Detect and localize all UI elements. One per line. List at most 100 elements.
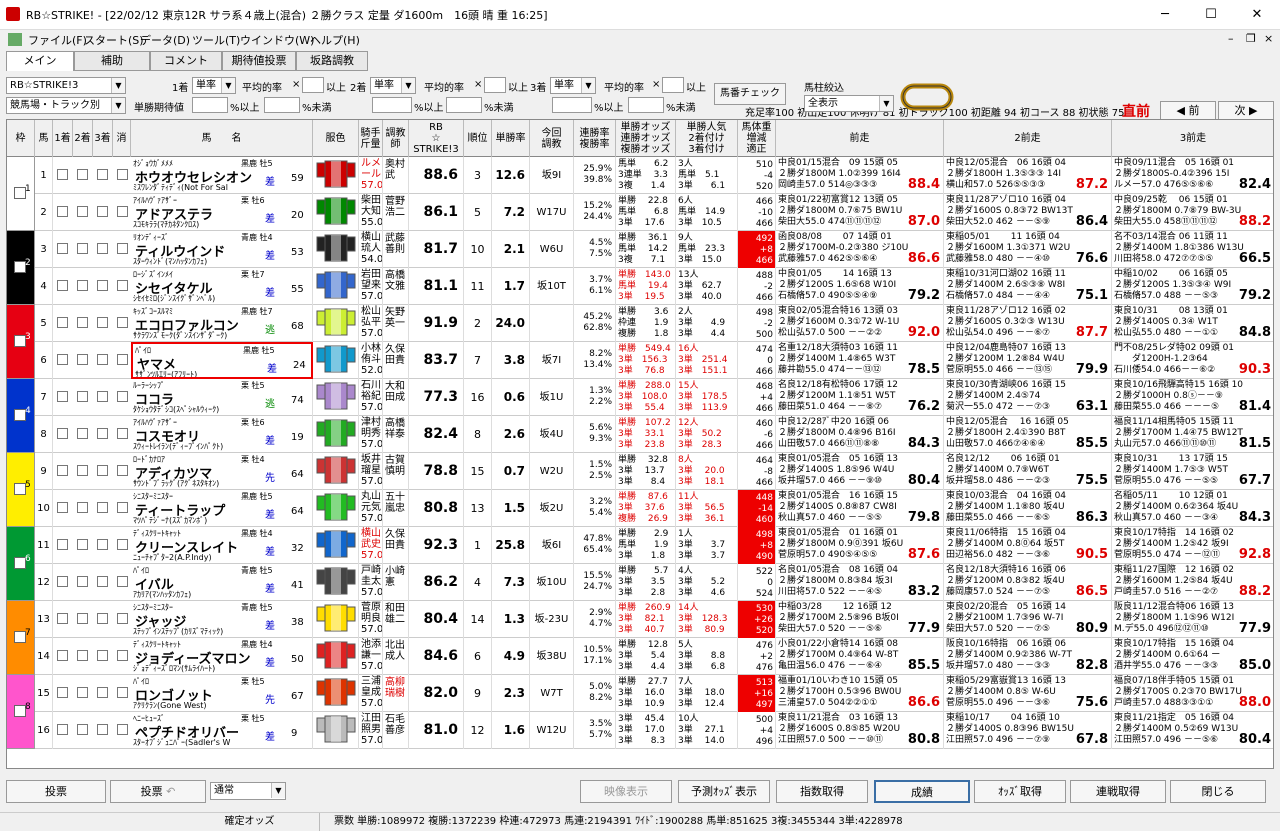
second-checkbox[interactable] [77,687,88,698]
prev-race-1[interactable]: 名良01/05混合 08 16頭 04 ２勝ダ1800M 0.8③84 坂3I … [776,564,944,601]
prev-race-3[interactable]: 東良10/17特指 14 16頭 02 ２勝ダ1400M 1.2⑤42 坂9I … [1112,527,1273,564]
exclude-checkbox[interactable] [117,687,128,698]
prev-race-1[interactable]: 名重12/18大須特03 16頭 11 ２勝ダ1400M 1.4⑧65 W3T … [776,342,944,379]
horse-name-cell[interactable]: ｱｲﾙﾊｳﾞｧｱｻﾞｰ栗 牡6 アドアステラ ｽｺﾓｷﾗﾗ(ﾏﾁｶﾈﾀﾝｸﾛｽ) 差 2… [131,194,313,231]
table-row[interactable]: 9 ﾛｰﾄﾞｶﾅﾛｱ栗 牡4 アディカツマ ｻｳﾝﾄﾞﾌﾞﾗｯｸﾞ(ｱｸﾞﾈｽﾀｷｵﾝ… [35,453,1273,490]
table-row[interactable]: 5 ｷｯｽﾞｺｰｽﾙﾏﾐ 黒鹿 牡7 エコロファルコン ｻｸﾗﾜﾝｽﾞﾓｰｸ(ﾀﾞﾝｽｲ… [35,305,1273,342]
video-button[interactable]: 映像表示 [580,780,672,803]
prev-race-3[interactable]: 門不08/25レダ特02 09頭 01 ダ1200H-1.2③64 石川倭54.… [1112,342,1273,379]
third-checkbox[interactable] [97,650,108,661]
third-checkbox[interactable] [97,465,108,476]
third-checkbox[interactable] [97,354,108,365]
horse-name-cell[interactable]: ｱｲﾙﾊｳﾞｧｱｻﾞｰ栗 牡6 コスモオリ ｽｳｨｰﾄﾚｲﾗﾝ(ﾃﾞｨｰﾌﾟｲﾝﾊﾟ… [131,416,313,453]
bet-select-3[interactable]: 単率 ▼ [550,77,596,94]
prev-race-3[interactable]: 中良09/11混合 05 16頭 01 ２勝ダ1800S-0.4②396 15I… [1112,157,1273,194]
third-checkbox[interactable] [97,428,108,439]
exclude-checkbox[interactable] [117,613,128,624]
prev-race-1[interactable]: 函良08/08 07 14頭 01 ２勝ダ1700M-0.2③380 ジ10U … [776,231,944,268]
table-row[interactable]: 11 ﾃﾞｨｽｸﾘｰﾄｷｬｯﾄ 黒鹿 牡4 クリーンスレイト ﾆｭｰﾁｬﾌﾟﾀｰ2(A.… [35,527,1273,564]
mdi-min-icon[interactable]: – [1228,32,1234,45]
table-row[interactable]: 1 ｵｼﾞｮｳｶﾞﾒﾒﾒ 黒鹿 牡5 ホウオウセレシオン ﾐｽﾜﾚﾝﾀﾞﾃｨﾃﾞｨ(No… [35,157,1273,194]
prev-race-2[interactable]: 名良12/12 06 16頭 01 ２勝ダ1400M 0.7⑨W6T 坂井瑠58… [944,453,1112,490]
prev-race-3[interactable]: 名不03/14混合 06 11頭 11 ２勝ダ1400M 1.8①386 W13… [1112,231,1273,268]
horse-name-cell[interactable]: ﾘｵﾝﾃﾞｨｰｽﾞ 青鹿 牡4 ティルウインド ｽﾀｰｳｨﾝﾄﾞ(ﾏﾝﾊｯﾀﾝｶﾌｪ)… [131,231,313,268]
prev-race-1[interactable]: 中良01/05 14 16頭 13 ２勝ダ1200S 1.6⑤68 W10I 石… [776,268,944,305]
third-checkbox[interactable] [97,391,108,402]
third-checkbox[interactable] [97,502,108,513]
third-checkbox[interactable] [97,243,108,254]
second-checkbox[interactable] [77,650,88,661]
prev-race-3[interactable]: 中良09/25乾 06 15頭 01 ２勝ダ1800M 0.7⑧79 BW-3U… [1112,194,1273,231]
first-checkbox[interactable] [57,280,68,291]
horse-name-cell[interactable]: ﾃﾞｨｽｸﾘｰﾄｷｬｯﾄ 黒鹿 牡4 ジョディーズマロン ｼﾞｮﾃﾞｨｰｽﾞﾛﾏﾝ(ｻ… [131,638,313,675]
table-row[interactable]: 12 ﾊﾟｲﾛ 青鹿 牡5 イバル ｱｶﾘｱ(ﾏﾝﾊｯﾀﾝｶﾌｪ) 差 41 戸崎 圭太 57… [35,564,1273,601]
prev-race-1[interactable]: 東良01/05混合 01 16頭 01 ２勝ダ1800M 0.9⓪391 坂6U… [776,527,944,564]
horse-name-cell[interactable]: ﾊﾟｲﾛ 黒鹿 牡5 ヤマメ ｻｻﾞﾝﾂﾙｴﾘｰ(ｱﾌﾘｰﾄ) 差 24 [131,342,313,379]
prev-race-2[interactable]: 東良02/20混合 05 16頭 14 ２勝ダ2100M 1.7③96 W-7I… [944,601,1112,638]
mode-select[interactable]: 通常 ▼ [210,782,286,800]
prev-race-1[interactable]: 東良01/22初富賞12 13頭 05 ２勝ダ1800M 0.7⑥75 BW1U… [776,194,944,231]
menu-start[interactable]: スタート(S) [84,32,144,48]
prev-race-3[interactable]: 東稲11/27国際 12 16頭 02 ２勝ダ1600M 1.2⑤84 坂4U … [1112,564,1273,601]
expect-max-input[interactable] [264,97,300,113]
third-checkbox[interactable] [97,169,108,180]
prev-race-1[interactable]: 東良01/05混合 05 16頭 13 ２勝ダ1400S 1.8⑤96 W4U … [776,453,944,490]
prev-race-2[interactable]: 中良12/05混合 16 16頭 05 ２勝ダ1800H 2.4①390 B8T… [944,416,1112,453]
horse-name-cell[interactable]: ｼﾆｽﾀｰﾐﾆｽﾀｰ 青鹿 牡5 ジャッジ ｽﾃｯﾌﾟｲﾝｽﾃｯﾌﾟ(ｶﾘｽﾞﾏﾃｨｯ… [131,601,313,638]
second-checkbox[interactable] [77,243,88,254]
prev-race-3[interactable]: 福良11/14相馬特05 15頭 11 ２勝ダ1700M 1.4④75 BW12… [1112,416,1273,453]
prev-race-3[interactable]: 中稲10/02 06 16頭 05 ２勝ダ1200S 1.3⑤③④ W9I 石橋… [1112,268,1273,305]
vote2-button[interactable]: 投票 ↶ [110,780,206,803]
first-checkbox[interactable] [57,391,68,402]
prev-race-3[interactable]: 阪良11/12混合特06 16頭 13 ２勝ダ1800M 1.1⑤96 W12I… [1112,601,1273,638]
second-checkbox[interactable] [77,206,88,217]
app-menu-icon[interactable] [8,33,22,46]
exclude-checkbox[interactable] [117,206,128,217]
bet-select-2[interactable]: 単率 ▼ [370,77,416,94]
close-button[interactable]: ✕ [1234,0,1280,30]
expect-min-input[interactable] [192,97,228,113]
second-checkbox[interactable] [77,613,88,624]
vote-button[interactable]: 投票 [6,780,106,803]
second-checkbox[interactable] [77,539,88,550]
table-row[interactable]: 10 ｼﾆｽﾀｰﾐﾆｽﾀｰ 黒鹿 牡5 ティートラップ ﾏﾂﾊﾟﾃｼﾞｰﾅ(ｽｽﾞｶﾏﾝ… [35,490,1273,527]
first-checkbox[interactable] [57,687,68,698]
prev-race-1[interactable]: 東良11/21混合 03 16頭 13 ２勝ダ1600S 0.8⑤85 W20U… [776,712,944,749]
avg-input-3[interactable] [662,77,684,93]
index-fetch-button[interactable]: 指数取得 [776,780,868,803]
prev-race-2[interactable]: 東良10/30青湖峡06 16頭 15 ２勝ダ1400M 2.4⑤74 菊沢一5… [944,379,1112,416]
column-filter-select[interactable]: 全表示 ▼ [804,95,894,112]
menu-tools[interactable]: ツール(T) [192,32,240,48]
exclude-checkbox[interactable] [117,317,128,328]
exclude-checkbox[interactable] [117,465,128,476]
exclude-checkbox[interactable] [117,502,128,513]
first-checkbox[interactable] [57,502,68,513]
bet-select-1[interactable]: 単率 ▼ [192,77,236,94]
prev-race-2[interactable]: 東良11/28アゾロ10 16頭 04 ２勝ダ1600S 0.8③72 BW13… [944,194,1112,231]
prev-race-2[interactable]: 東良11/06特指 15 16頭 04 ２勝ダ1400M 0.8⓪64 坂5T … [944,527,1112,564]
horse-name-cell[interactable]: ﾙｰﾗｰｼｯﾌﾟ栗 牡5 ココラ ﾀｹｼｮｳﾀﾃﾞｼｺ(ｽﾍﾟｼｬﾙｳｨｰｸ) 逃 74 [131,379,313,416]
prev-race-2[interactable]: 阪良10/16特指 06 16頭 06 ２勝ダ1400M 0.9②386 W-7… [944,638,1112,675]
horse-name-cell[interactable]: ｵｼﾞｮｳｶﾞﾒﾒﾒ 黒鹿 牡5 ホウオウセレシオン ﾐｽﾜﾚﾝﾀﾞﾃｨﾃﾞｨ(Not… [131,157,313,194]
first-checkbox[interactable] [57,243,68,254]
avg2-min-input[interactable] [372,97,412,113]
avg2-max-input[interactable] [446,97,482,113]
avg-input-2[interactable] [484,77,506,93]
exclude-checkbox[interactable] [117,169,128,180]
menu-data[interactable]: データ(D) [140,32,190,48]
horse-name-cell[interactable]: ｼﾆｽﾀｰﾐﾆｽﾀｰ 黒鹿 牡5 ティートラップ ﾏﾂﾊﾟﾃｼﾞｰﾅ(ｽｽﾞｶﾏﾝﾎﾞ… [131,490,313,527]
table-row[interactable]: 6 ﾊﾟｲﾛ 黒鹿 牡5 ヤマメ ｻｻﾞﾝﾂﾙｴﾘｰ(ｱﾌﾘｰﾄ) 差 24 小林 侑斗 52… [35,342,1273,379]
menu-window[interactable]: ウインドウ(W) [240,32,314,48]
prev-race-3[interactable]: 名稲05/11 10 12頭 01 ２勝ダ1400M 0.6②364 坂4U 秋… [1112,490,1273,527]
second-checkbox[interactable] [77,317,88,328]
horse-name-cell[interactable]: ｷｯｽﾞｺｰｽﾙﾏﾐ 黒鹿 牡7 エコロファルコン ｻｸﾗﾜﾝｽﾞﾓｰｸ(ﾀﾞﾝｽｲﾝ… [131,305,313,342]
first-checkbox[interactable] [57,650,68,661]
prev-race-1[interactable]: 東良01/05混合 16 16頭 15 ２勝ダ1400S 0.8⑧87 CW8I… [776,490,944,527]
maximize-button[interactable]: ☐ [1188,0,1234,30]
second-checkbox[interactable] [77,502,88,513]
table-row[interactable]: 7 ﾙｰﾗｰｼｯﾌﾟ栗 牡5 ココラ ﾀｹｼｮｳﾀﾃﾞｼｺ(ｽﾍﾟｼｬﾙｳｨｰｸ) 逃 7… [35,379,1273,416]
avg3-min-input[interactable] [552,97,592,113]
horse-name-cell[interactable]: ﾊﾟｲﾛ栗 牡5 ロンゴノット ｱｸﾘｸﾗﾝ(Gone West) 先 67 [131,675,313,712]
app-select[interactable]: RB☆STRIKE!3 ▼ [6,77,126,94]
prev-race-1[interactable]: 小良01/22小倉特14 16頭 08 ２勝ダ1700M 0.4⑨64 W-8T… [776,638,944,675]
